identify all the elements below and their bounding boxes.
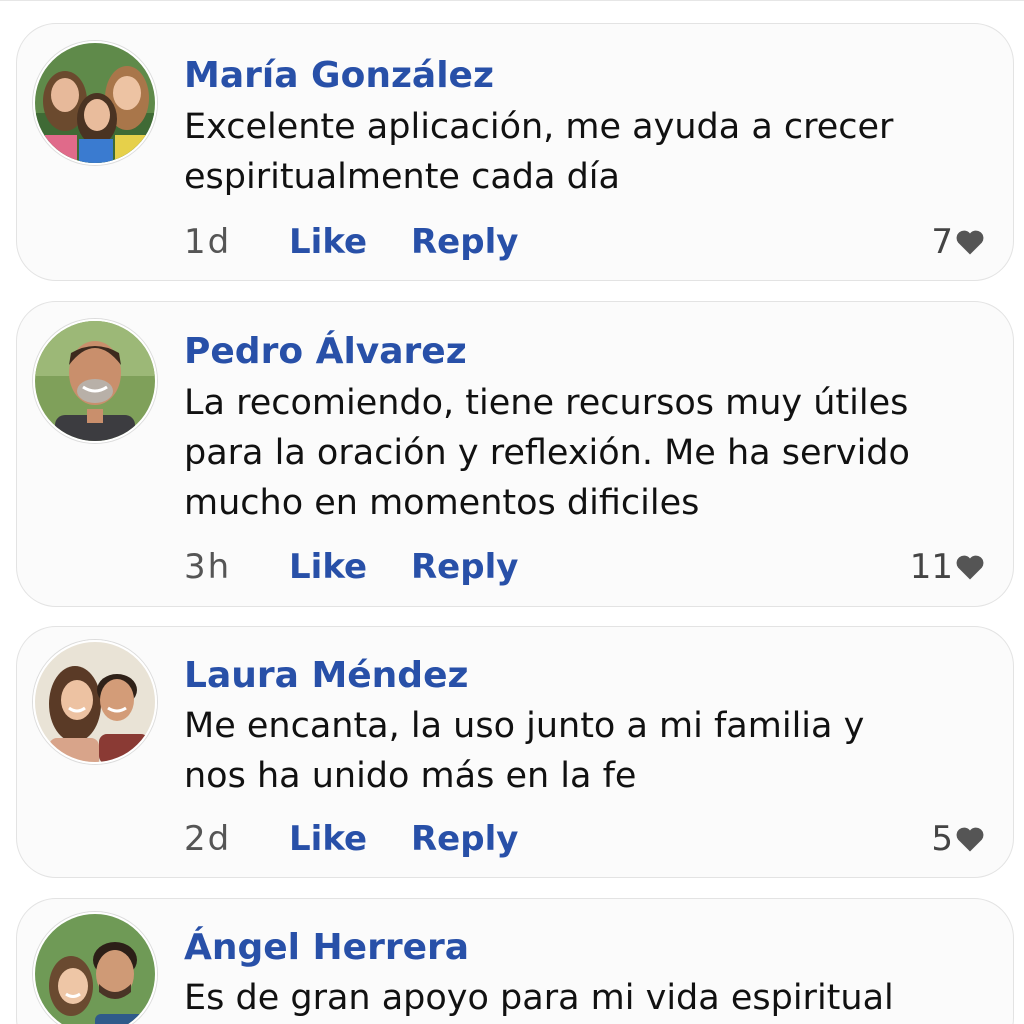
avatar[interactable] xyxy=(33,41,157,165)
avatar[interactable] xyxy=(33,912,157,1024)
like-count: 5 xyxy=(931,819,985,859)
comment-card: María González Excelente aplicación, me … xyxy=(16,23,1014,281)
comment-text: Me encanta, la uso junto a mi familia y … xyxy=(184,701,1004,801)
comment-author[interactable]: María González xyxy=(184,54,494,98)
comment-text: Excelente aplicación, me ayuda a crecer … xyxy=(184,102,1004,202)
like-count: 11 xyxy=(910,547,985,587)
comment-timestamp: 1d xyxy=(184,222,232,262)
avatar[interactable] xyxy=(33,640,157,764)
comment-text-line: Excelente aplicación, me ayuda a crecer xyxy=(184,107,894,147)
comment-card: Laura Méndez Me encanta, la uso junto a … xyxy=(16,626,1014,878)
like-button[interactable]: Like xyxy=(289,222,367,262)
like-count-value: 5 xyxy=(931,819,953,859)
reply-button[interactable]: Reply xyxy=(411,547,518,587)
comment-text: La recomiendo, tiene recursos muy útiles… xyxy=(184,378,1004,528)
heart-icon xyxy=(955,553,985,581)
reply-button[interactable]: Reply xyxy=(411,819,518,859)
comment-feed: María González Excelente aplicación, me … xyxy=(0,0,1024,1024)
comment-text-line: nos ha unido más en la fe xyxy=(184,756,637,796)
comment-card: Pedro Álvarez La recomiendo, tiene recur… xyxy=(16,301,1014,607)
like-count-value: 7 xyxy=(931,222,953,262)
comment-text: Es de gran apoyo para mi vida espiritual xyxy=(184,973,1004,1023)
comment-text-line: espiritualmente cada día xyxy=(184,157,620,197)
like-count: 7 xyxy=(931,222,985,262)
comment-text-line: Es de gran apoyo para mi vida espiritual xyxy=(184,978,894,1018)
comment-card: Ángel Herrera Es de gran apoyo para mi v… xyxy=(16,898,1014,1024)
comment-author[interactable]: Laura Méndez xyxy=(184,654,468,698)
comment-text-line: La recomiendo, tiene recursos muy útiles xyxy=(184,383,909,423)
comment-author[interactable]: Ángel Herrera xyxy=(184,926,469,970)
like-count-value: 11 xyxy=(909,547,953,587)
heart-icon xyxy=(955,825,985,853)
avatar[interactable] xyxy=(33,319,157,443)
like-button[interactable]: Like xyxy=(289,819,367,859)
comment-timestamp: 2d xyxy=(184,819,232,859)
comment-author[interactable]: Pedro Álvarez xyxy=(184,330,467,374)
comment-text-line: mucho en momentos dificiles xyxy=(184,483,700,523)
comment-text-line: Me encanta, la uso junto a mi familia y xyxy=(184,706,865,746)
heart-icon xyxy=(955,228,985,256)
comment-text-line: para la oración y reflexión. Me ha servi… xyxy=(184,433,910,473)
like-button[interactable]: Like xyxy=(289,547,367,587)
reply-button[interactable]: Reply xyxy=(411,222,518,262)
comment-timestamp: 3h xyxy=(184,547,232,587)
